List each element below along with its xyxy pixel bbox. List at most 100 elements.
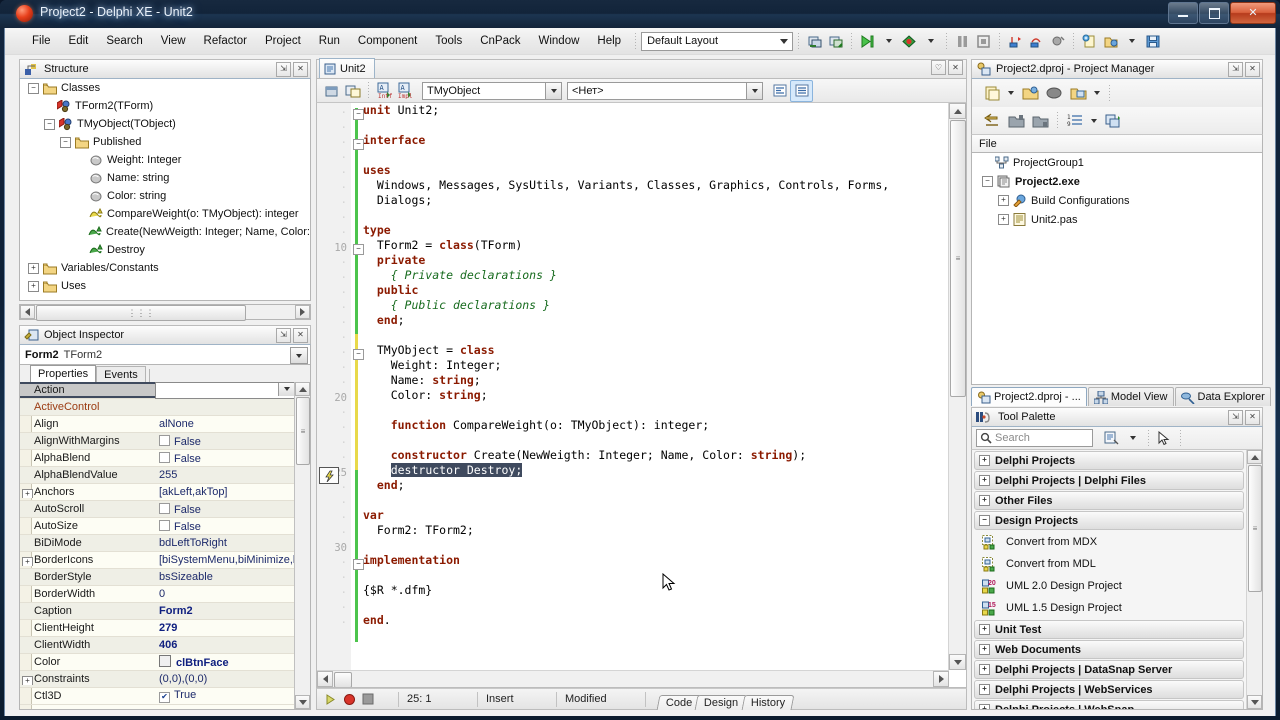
menu-cnpack[interactable]: CnPack xyxy=(471,32,529,50)
save-all-button[interactable] xyxy=(1142,31,1163,51)
palette-dropdown-button[interactable] xyxy=(1122,428,1143,448)
code-line[interactable] xyxy=(363,538,948,553)
editor-vscrollbar[interactable]: ≡ xyxy=(948,103,966,670)
scroll-up-button[interactable] xyxy=(295,382,310,396)
scroll-right-button[interactable] xyxy=(295,305,310,319)
property-value[interactable]: [biSystemMenu,biMinimize,b xyxy=(155,554,295,566)
trace-into-button[interactable] xyxy=(1005,31,1026,51)
align-block-button[interactable] xyxy=(790,79,813,102)
palette-category[interactable]: + Delphi Projects | DataSnap Server xyxy=(974,660,1244,679)
pin-icon[interactable]: ⇲ xyxy=(1228,61,1243,77)
code-line[interactable]: { Public declarations } xyxy=(363,298,948,313)
component-dropdown-button[interactable] xyxy=(290,347,308,364)
tree-expander-minus-icon[interactable]: − xyxy=(60,136,71,148)
project-manager-column-header[interactable]: File xyxy=(971,135,1263,153)
sort-button[interactable]: 19 xyxy=(1063,110,1087,132)
property-grid-scrollbar[interactable]: ≡ xyxy=(294,382,310,709)
code-line[interactable]: private xyxy=(363,253,948,268)
property-row[interactable]: + Anchors [akLeft,akTop] xyxy=(20,484,295,501)
code-area[interactable]: · · · · · · · · · 10 · · · · · · · · · 20 · · · · 25 · · · · 30 · · · · · … xyxy=(317,103,948,670)
record-breakpoint-icon[interactable] xyxy=(343,693,356,706)
menu-run[interactable]: Run xyxy=(310,32,349,50)
activate-button[interactable] xyxy=(980,110,1004,132)
float-icon[interactable]: ♡ xyxy=(931,60,946,75)
palette-category[interactable]: + Delphi Projects xyxy=(974,451,1244,470)
tree-expander-plus-icon[interactable]: + xyxy=(979,455,990,466)
new-button[interactable] xyxy=(980,82,1004,104)
add-to-project-button[interactable] xyxy=(1066,82,1090,104)
property-value[interactable]: (0,0),(0,0) xyxy=(155,673,295,685)
new-item-button[interactable] xyxy=(1079,31,1100,51)
property-row[interactable]: AlignWithMargins False xyxy=(20,433,295,450)
menu-tools[interactable]: Tools xyxy=(426,32,471,50)
code-line[interactable]: Windows, Messages, SysUtils, Variants, C… xyxy=(363,178,948,193)
property-row[interactable]: ClientWidth 406 xyxy=(20,637,295,654)
palette-category[interactable]: + Web Documents xyxy=(974,640,1244,659)
hscroll-thumb[interactable]: ⋮⋮⋮ xyxy=(36,305,246,321)
code-line[interactable] xyxy=(363,208,948,223)
open-project-button[interactable] xyxy=(1018,82,1042,104)
code-line[interactable] xyxy=(363,568,948,583)
run-dropdown-button[interactable] xyxy=(878,31,899,51)
remove-folder-button[interactable] xyxy=(1028,110,1052,132)
property-value[interactable]: False xyxy=(155,434,295,448)
view-form-button[interactable] xyxy=(321,81,342,101)
code-line[interactable]: end. xyxy=(363,613,948,628)
view-tab-history[interactable]: History xyxy=(741,694,795,710)
align-left-button[interactable] xyxy=(769,81,790,101)
menu-help[interactable]: Help xyxy=(588,32,630,50)
tree-expander-plus-icon[interactable]: + xyxy=(979,664,990,675)
property-row[interactable]: AlphaBlend False xyxy=(20,450,295,467)
property-row[interactable]: ActiveControl xyxy=(20,399,295,416)
palette-item[interactable]: Convert from MDL xyxy=(972,553,1246,575)
tool-palette-list-container[interactable]: + Delphi Projects + Delphi Projects | Delph… xyxy=(971,450,1263,710)
property-row[interactable]: Caption Form2 xyxy=(20,603,295,620)
palette-item[interactable]: 20 UML 2.0 Design Project xyxy=(972,575,1246,597)
debug-dropdown-button[interactable] xyxy=(920,31,941,51)
property-value[interactable]: bdLeftToRight xyxy=(155,537,295,549)
property-row[interactable]: AlphaBlendValue 255 xyxy=(20,467,295,484)
structure-hscrollbar[interactable]: ⋮⋮⋮ xyxy=(19,304,311,321)
menu-refactor[interactable]: Refactor xyxy=(195,32,256,50)
structure-node[interactable]: − Classes xyxy=(20,79,310,97)
code-line[interactable] xyxy=(363,403,948,418)
stop-record-icon[interactable] xyxy=(362,693,374,705)
tool-palette-scrollbar[interactable]: ≡ xyxy=(1246,450,1262,709)
code-line[interactable]: { Private declarations } xyxy=(363,268,948,283)
tool-palette-list[interactable]: + Delphi Projects + Delphi Projects | Delph… xyxy=(972,450,1246,709)
property-value[interactable]: Form2 xyxy=(155,605,295,617)
editor-tab-unit2[interactable]: Unit2 xyxy=(319,58,375,78)
property-value[interactable]: 255 xyxy=(155,469,295,481)
run-to-cursor-button[interactable] xyxy=(1047,31,1068,51)
structure-node[interactable]: + Uses xyxy=(20,277,310,295)
property-value[interactable]: 279 xyxy=(155,622,295,634)
structure-tree-container[interactable]: − Classes TForm2(TForm) − TMyObject(TObject)… xyxy=(19,79,311,301)
dock-tab-project-manager[interactable]: Project2.dproj - ... xyxy=(971,387,1087,406)
property-row[interactable]: Color clBtnFace xyxy=(20,654,295,671)
project-tree[interactable]: ProjectGroup1 − Project2.exe + Build Configu… xyxy=(972,153,1262,229)
editor-body[interactable]: · · · · · · · · · 10 · · · · · · · · · 20 · · · · 25 · · · · 30 · · · · · … xyxy=(316,103,967,688)
structure-node[interactable]: Create(NewWeigth: Integer; Name, Color: xyxy=(20,223,310,241)
property-value[interactable]: [akLeft,akTop] xyxy=(155,486,295,498)
class-combo-button[interactable] xyxy=(545,82,561,99)
goto-interface-button[interactable]: A Intf xyxy=(374,81,395,101)
property-row[interactable]: ClientHeight 279 xyxy=(20,620,295,637)
menu-window[interactable]: Window xyxy=(530,32,589,50)
tree-expander-plus-icon[interactable]: + xyxy=(979,495,990,506)
palette-category[interactable]: + Delphi Projects | Delphi Files xyxy=(974,471,1244,490)
dock-tab-data-explorer[interactable]: Data Explorer xyxy=(1174,387,1271,406)
property-checkbox[interactable] xyxy=(159,502,170,514)
scroll-up-button[interactable] xyxy=(1247,450,1262,464)
code-lines[interactable]: unit Unit2; interface uses Windows, Messag… xyxy=(363,103,948,670)
code-line[interactable]: public xyxy=(363,283,948,298)
palette-category[interactable]: + Delphi Projects | WebServices xyxy=(974,680,1244,699)
code-line[interactable]: end; xyxy=(363,313,948,328)
tree-expander-minus-icon[interactable]: − xyxy=(28,82,39,94)
scroll-up-button[interactable] xyxy=(949,103,966,119)
tab-properties[interactable]: Properties xyxy=(30,365,97,382)
property-value[interactable]: False xyxy=(155,451,295,465)
code-line[interactable]: type xyxy=(363,223,948,238)
property-combo-button[interactable] xyxy=(278,382,294,396)
layout-combo[interactable]: Default Layout xyxy=(641,31,794,51)
editor-hscrollbar[interactable] xyxy=(317,670,949,687)
